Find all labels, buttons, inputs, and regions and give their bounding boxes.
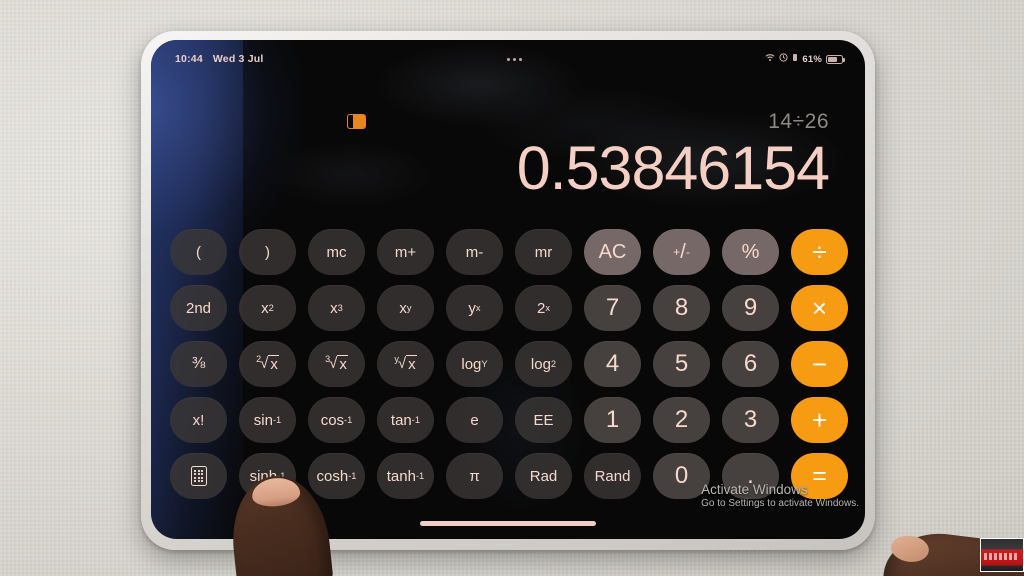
key-add[interactable]: + (791, 397, 848, 443)
key-pi[interactable]: π (446, 453, 503, 499)
multitask-dots-icon[interactable] (506, 57, 522, 61)
key-keypad-toggle[interactable] (170, 453, 227, 499)
key-two-to-the-x[interactable]: 2x (515, 285, 572, 331)
key-radians-toggle[interactable]: Rad (515, 453, 572, 499)
key-memory-clear[interactable]: mc (308, 229, 365, 275)
activate-windows-watermark: Activate Windows Go to Settings to activ… (701, 482, 859, 509)
status-bar-left: 10:44 Wed 3 Jul (175, 53, 263, 65)
tablet-screen: 10:44 Wed 3 Jul 61% 14÷26 0.53846154 ()… (151, 40, 865, 539)
calculator-keypad: () mc m+ m-mr AC + / -% ÷ 2nd x 2 x 3 x y y x 2 x 7 8 9 × ⅜ 2 √ x 3 √… (151, 229, 865, 499)
status-bar-right: 61% (765, 53, 845, 65)
key-y-to-the-x[interactable]: yx (446, 285, 503, 331)
key-arccosine[interactable]: cos -1 (308, 397, 365, 443)
key-percent[interactable]: % (722, 229, 779, 275)
key-y-root-of-x[interactable]: y √ x (377, 341, 434, 387)
key-memory-add[interactable]: m+ (377, 229, 434, 275)
wifi-icon (765, 53, 775, 65)
key-digit-1[interactable]: 1 (584, 397, 641, 443)
key-x-squared[interactable]: x2 (239, 285, 296, 331)
status-time: 10:44 (175, 53, 203, 65)
key-x-cubed[interactable]: x3 (308, 285, 365, 331)
key-digit-3[interactable]: 3 (722, 397, 779, 443)
battery-percent: 61% (802, 53, 822, 65)
key-close-paren[interactable]: ) (239, 229, 296, 275)
key-exponent-entry[interactable]: EE (515, 397, 572, 443)
key-divide[interactable]: ÷ (791, 229, 848, 275)
key-open-paren[interactable]: ( (170, 229, 227, 275)
display-result: 0.53846154 (516, 134, 830, 202)
scene: 10:44 Wed 3 Jul 61% 14÷26 0.53846154 ()… (0, 0, 1024, 576)
key-subtract[interactable]: − (791, 341, 848, 387)
key-square-root[interactable]: 2 √ x (239, 341, 296, 387)
key-random[interactable]: Rand (584, 453, 641, 499)
key-multiply[interactable]: × (791, 285, 848, 331)
status-date: Wed 3 Jul (212, 53, 264, 65)
key-x-to-the-y[interactable]: xy (377, 285, 434, 331)
status-bar: 10:44 Wed 3 Jul 61% (151, 40, 865, 70)
display-expression: 14÷26 (768, 110, 829, 133)
key-arc-hyperbolic-tangent[interactable]: tanh -1 (377, 453, 434, 499)
key-digit-8[interactable]: 8 (653, 285, 710, 331)
signal-icon (792, 53, 798, 65)
corner-thumbnail (980, 538, 1024, 572)
key-arc-hyperbolic-cosine[interactable]: cosh -1 (308, 453, 365, 499)
key-digit-5[interactable]: 5 (653, 341, 710, 387)
key-all-clear[interactable]: AC (584, 229, 641, 275)
key-sign-toggle[interactable]: + / - (653, 229, 710, 275)
key-digit-9[interactable]: 9 (722, 285, 779, 331)
key-euler-number[interactable]: e (446, 397, 503, 443)
key-factorial[interactable]: x! (170, 397, 227, 443)
key-digit-6[interactable]: 6 (722, 341, 779, 387)
key-arcsine[interactable]: sin -1 (239, 397, 296, 443)
key-reciprocal[interactable]: ⅜ (170, 341, 227, 387)
key-log-base-2[interactable]: log 2 (515, 341, 572, 387)
key-digit-7[interactable]: 7 (584, 285, 641, 331)
key-log-base-y[interactable]: log Y (446, 341, 503, 387)
key-digit-4[interactable]: 4 (584, 341, 641, 387)
rotation-lock-icon (779, 53, 788, 65)
key-second-function[interactable]: 2nd (170, 285, 227, 331)
key-memory-subtract[interactable]: m- (446, 229, 503, 275)
watermark-title: Activate Windows (701, 482, 808, 497)
battery-icon (825, 54, 845, 64)
key-digit-2[interactable]: 2 (653, 397, 710, 443)
tablet-device: 10:44 Wed 3 Jul 61% 14÷26 0.53846154 ()… (141, 31, 875, 550)
key-memory-recall[interactable]: mr (515, 229, 572, 275)
key-cube-root[interactable]: 3 √ x (308, 341, 365, 387)
home-indicator[interactable] (420, 521, 596, 526)
watermark-subtitle: Go to Settings to activate Windows. (701, 498, 859, 509)
calculator-display: 14÷26 0.53846154 (151, 110, 865, 200)
key-arctangent[interactable]: tan -1 (377, 397, 434, 443)
